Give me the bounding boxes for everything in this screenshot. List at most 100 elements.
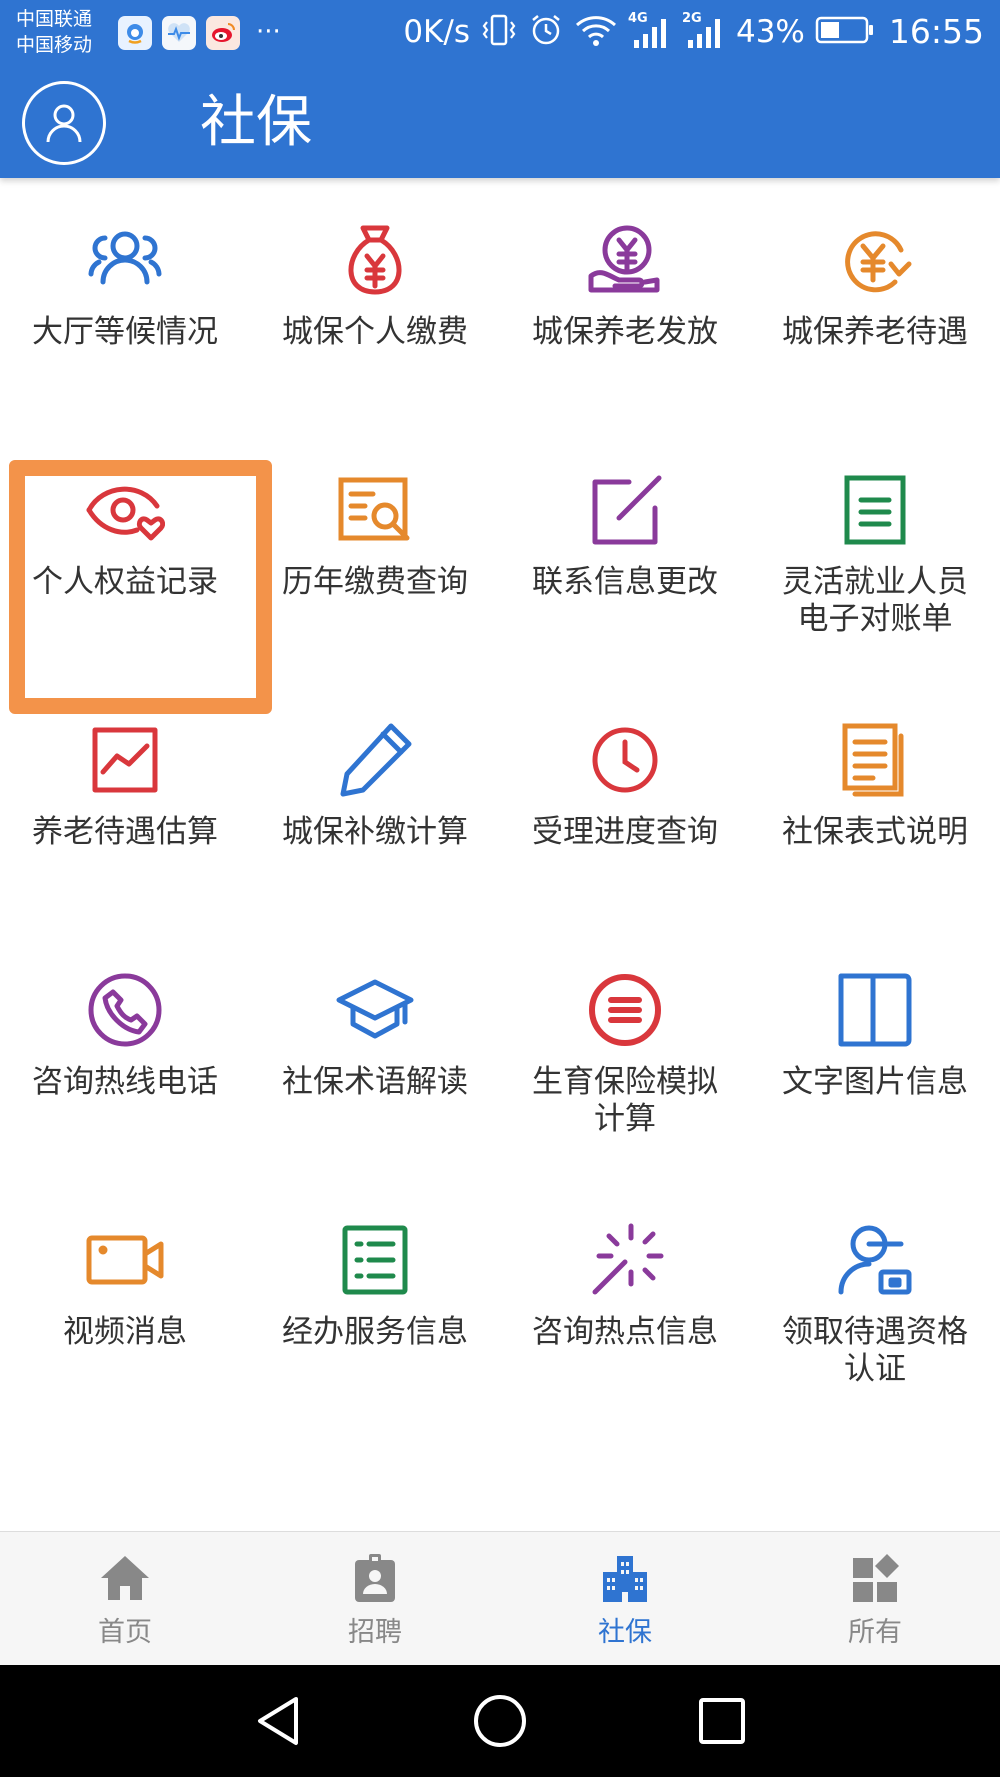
tile-label: 城保养老待遇 [782,314,968,350]
sparkle-wand-icon [585,1220,665,1300]
notification-icons: ··· [118,16,281,50]
signal-4g-icon: 4G [628,12,672,52]
tile-label-line2: 电子对账单 [797,601,953,637]
qq-icon [118,16,152,50]
nav-label: 首页 [98,1617,152,1648]
bottom-nav: 首页 招聘 社保 所有 [0,1531,1000,1665]
tile-hall-waiting[interactable]: 大厅等候情况 [0,178,250,428]
edit-square-icon [585,470,665,550]
home-circle-icon[interactable] [470,1691,530,1751]
tile-label: 经办服务信息 [282,1314,468,1350]
tile-label: 个人权益记录 [32,564,218,600]
header: 中国联通 中国移动 ··· 0K/s 4G 2G 43% 16:55 社保 [0,0,1000,178]
weibo-icon [206,16,240,50]
home-icon [97,1550,153,1606]
alarm-icon [528,12,564,52]
eye-heart-icon [85,470,165,550]
tile-text-image-info[interactable]: 文字图片信息 [750,928,1000,1178]
people-group-icon [85,220,165,300]
tile-label-line2: 计算 [594,1101,656,1137]
book-open-icon [835,970,915,1050]
tile-label: 文字图片信息 [782,1064,968,1100]
nav-social-security[interactable]: 社保 [500,1532,750,1666]
signal-2g-icon: 2G [682,12,726,52]
status-indicators: 0K/s 4G 2G 43% 16:55 [403,12,984,52]
health-icon [162,16,196,50]
tile-label: 咨询热点信息 [532,1314,718,1350]
tile-supplementary-payment-calc[interactable]: 城保补缴计算 [250,678,500,928]
tile-label: 养老待遇估算 [32,814,218,850]
tile-label: 联系信息更改 [532,564,718,600]
tile-label: 城保个人缴费 [282,314,468,350]
tile-pension-estimate[interactable]: 养老待遇估算 [0,678,250,928]
recents-icon[interactable] [692,1691,752,1751]
tile-pension-payout[interactable]: 城保养老发放 [500,178,750,428]
nav-label: 所有 [848,1617,902,1648]
tile-terms-explained[interactable]: 社保术语解读 [250,928,500,1178]
hand-yen-icon [585,220,665,300]
buildings-icon [597,1550,653,1606]
tile-flexible-employment-statement[interactable]: 灵活就业人员 电子对账单 [750,428,1000,678]
more-notifications: ··· [256,17,281,47]
battery-icon [815,15,875,49]
list-icon [335,1220,415,1300]
system-nav-bar [0,1665,1000,1777]
nav-recruitment[interactable]: 招聘 [250,1532,500,1666]
document-search-icon [335,470,415,550]
back-icon[interactable] [248,1691,308,1751]
documents-icon [835,720,915,800]
phone-icon [85,970,165,1050]
network-speed: 0K/s [403,14,470,50]
carrier-1: 中国联通 [16,8,93,30]
tile-label: 领取待遇资格 [782,1314,968,1350]
tile-label: 生育保险模拟 [532,1064,718,1100]
tile-pension-benefit[interactable]: 城保养老待遇 [750,178,1000,428]
tile-label: 社保表式说明 [782,814,968,850]
tile-label-line2: 认证 [844,1351,906,1387]
tile-benefit-eligibility-auth[interactable]: 领取待遇资格 认证 [750,1178,1000,1428]
user-icon [46,104,82,143]
tile-service-info[interactable]: 经办服务信息 [250,1178,500,1428]
page-title: 社保 [200,90,312,155]
vibrate-icon [480,12,518,52]
tile-label: 受理进度查询 [532,814,718,850]
title-bar: 社保 [0,68,1000,178]
carrier-info: 中国联通 中国移动 [16,6,92,58]
nav-home[interactable]: 首页 [0,1532,250,1666]
yen-refresh-icon [835,220,915,300]
tile-hot-topics[interactable]: 咨询热点信息 [500,1178,750,1428]
tile-video-messages[interactable]: 视频消息 [0,1178,250,1428]
tile-label: 视频消息 [63,1314,187,1350]
widgets-icon [847,1550,903,1606]
badge-icon [347,1550,403,1606]
tile-contact-update[interactable]: 联系信息更改 [500,428,750,678]
tile-personal-payment[interactable]: 城保个人缴费 [250,178,500,428]
wifi-icon [574,13,618,51]
tile-label: 社保术语解读 [282,1064,468,1100]
nav-all[interactable]: 所有 [750,1532,1000,1666]
clock-icon [585,720,665,800]
menu-circle-icon [585,970,665,1050]
nav-label: 招聘 [348,1617,402,1648]
tile-progress-query[interactable]: 受理进度查询 [500,678,750,928]
battery-percent: 43% [735,14,805,50]
tile-form-instructions[interactable]: 社保表式说明 [750,678,1000,928]
line-chart-icon [85,720,165,800]
status-bar: 中国联通 中国移动 ··· 0K/s 4G 2G 43% 16:55 [0,0,1000,68]
carrier-2: 中国移动 [16,34,93,56]
tile-label: 历年缴费查询 [282,564,468,600]
video-camera-icon [85,1220,165,1300]
tile-label: 城保养老发放 [532,314,718,350]
tile-payment-history[interactable]: 历年缴费查询 [250,428,500,678]
avatar-button[interactable] [22,81,106,165]
tile-maternity-insurance-calc[interactable]: 生育保险模拟 计算 [500,928,750,1178]
tile-label: 城保补缴计算 [282,814,468,850]
clock: 16:55 [888,12,984,51]
tile-label: 咨询热线电话 [32,1064,218,1100]
graduation-cap-icon [335,970,415,1050]
tile-label: 灵活就业人员 [782,564,968,600]
money-bag-icon [335,220,415,300]
tile-hotline[interactable]: 咨询热线电话 [0,928,250,1178]
document-lines-icon [835,470,915,550]
tile-personal-rights-record[interactable]: 个人权益记录 [0,428,250,678]
